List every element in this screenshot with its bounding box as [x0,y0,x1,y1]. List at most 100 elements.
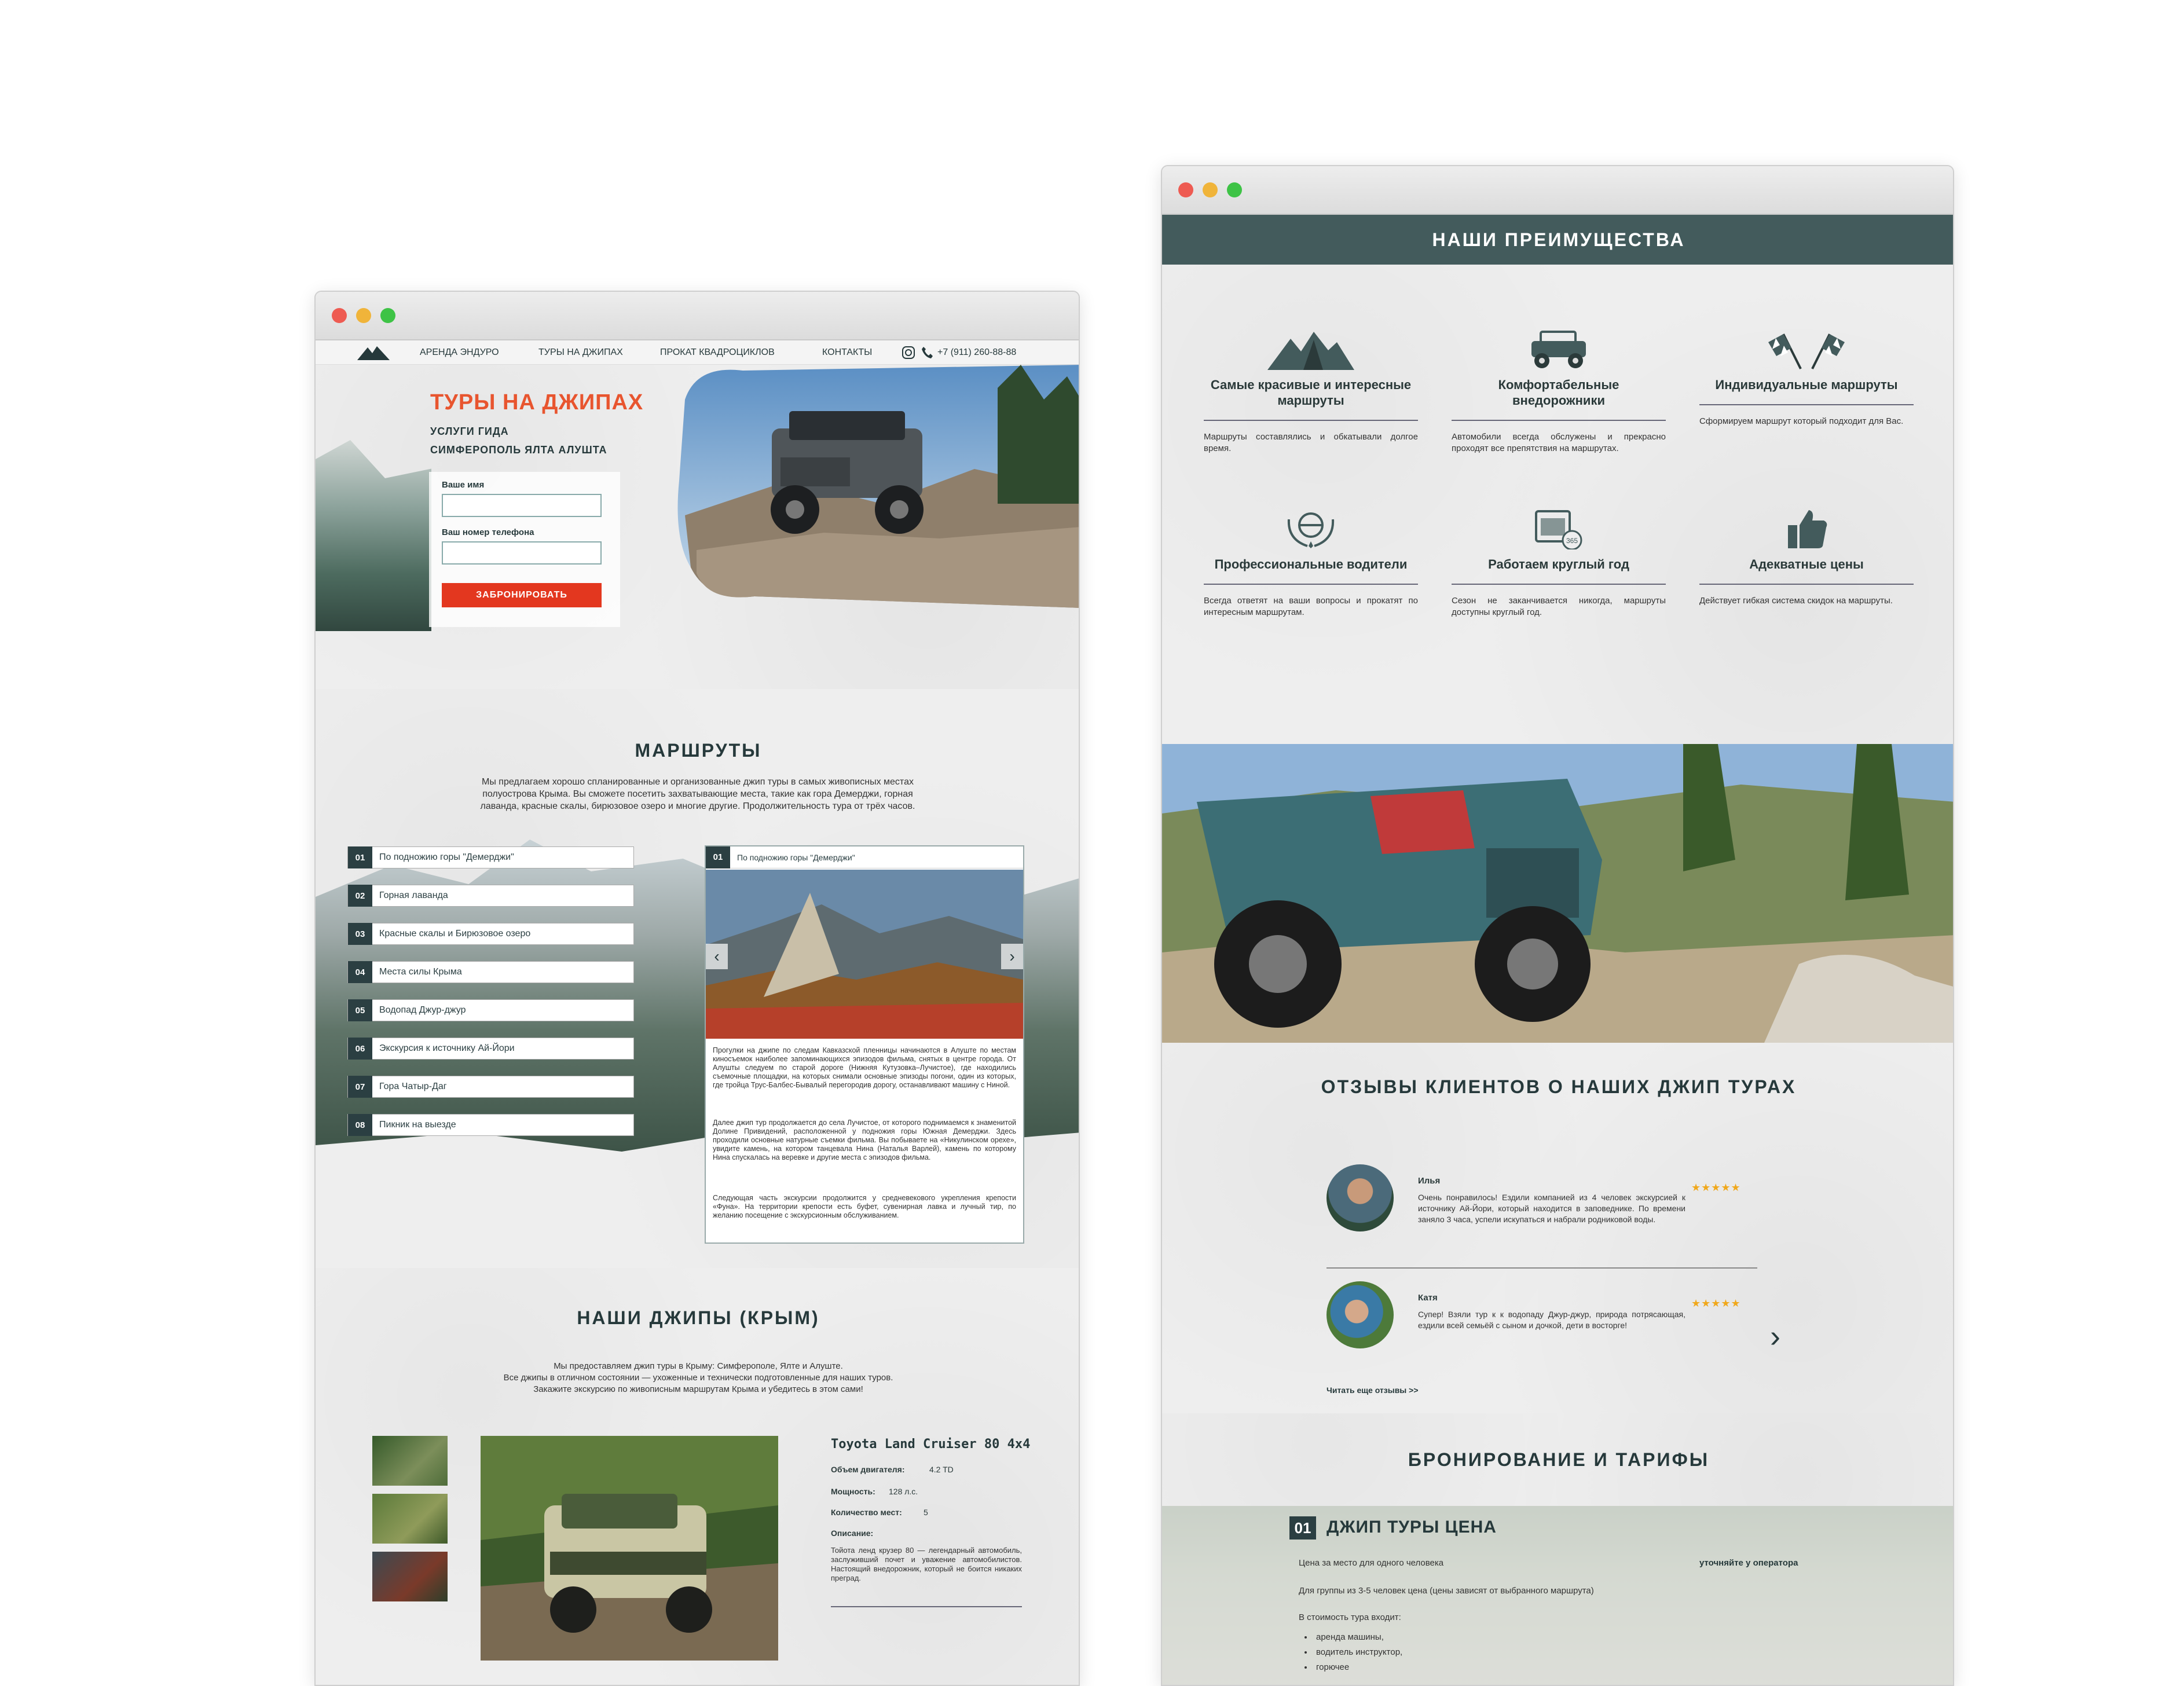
close-dot[interactable] [1178,182,1193,197]
route-item[interactable]: 02 Горная лаванда [347,885,634,907]
maximize-dot[interactable] [380,308,395,323]
nav-item-enduro[interactable]: АРЕНДА ЭНДУРО [420,347,499,358]
nav-item-jeep-tours[interactable]: ТУРЫ НА ДЖИПАХ [538,347,623,358]
route-item[interactable]: 04 Места силы Крыма [347,961,634,983]
hero-section: ТУРЫ НА ДЖИПАХ УСЛУГИ ГИДА СИМФЕРОПОЛЬ Я… [316,365,1079,689]
phone-icon[interactable] [921,346,933,359]
routes-intro: Мы предлагаем хорошо спланированные и ор… [480,777,915,811]
mountains-icon [1267,332,1354,370]
driver-badge-icon [1287,512,1335,548]
route-number: 06 [348,1038,372,1060]
thumb-1[interactable] [372,1436,448,1486]
divider [1204,584,1418,585]
route-number: 01 [706,846,730,868]
power-value: 128 л.с. [889,1487,918,1496]
more-reviews-link[interactable]: Читать еще отзывы >> [1326,1386,1419,1395]
routes-section: МАРШРУТЫ Мы предлагаем хорошо спланирова… [316,689,1079,1268]
phone-label: Ваш номер телефона [442,527,534,537]
route-label: Пикник на выезде [379,1120,456,1130]
thumb-2[interactable] [372,1494,448,1544]
chevron-right-icon[interactable]: › [1770,1321,1780,1352]
nav-item-quads[interactable]: ПРОКАТ КВАДРОЦИКЛОВ [660,347,775,358]
phone-input[interactable] [442,541,602,565]
chevron-right-icon: › [1009,947,1015,965]
seats-value: 5 [924,1508,928,1517]
window-titlebar [316,292,1079,340]
tariff-title: ДЖИП ТУРЫ ЦЕНА [1326,1518,1497,1537]
thumb-3[interactable] [372,1552,448,1601]
booking-section: БРОНИРОВАНИЕ И ТАРИФЫ [1162,1413,1953,1506]
advantage-card: Индивидуальные маршруты Сформируем маршр… [1699,328,1914,427]
tariff-line-3: В стоимость тура входит: [1299,1612,1401,1622]
slider-prev-button[interactable]: ‹ [706,944,728,969]
advantage-card: Комфортабельные внедорожники Автомобили … [1452,328,1666,455]
advantage-title: Работаем круглый год [1488,557,1629,571]
reviews-title: ОТЗЫВЫ КЛИЕНТОВ О НАШИХ ДЖИП ТУРАХ [1321,1076,1797,1097]
route-label: Экскурсия к источнику Ай-Йори [379,1043,515,1053]
engine-value: 4.2 TD [929,1465,954,1474]
booking-tariffs-panel: 01 ДЖИП ТУРЫ ЦЕНА Цена за место для одно… [1162,1506,1953,1685]
route-item[interactable]: 07 Гора Чатыр-Даг [347,1076,634,1098]
name-input[interactable] [442,494,602,517]
route-label: По подножию горы "Демерджи" [379,852,514,862]
book-button[interactable]: ЗАБРОНИРОВАТЬ [442,583,602,607]
review-text: Супер! Взяли тур к к водопаду Джур-джур,… [1418,1310,1685,1330]
name-label: Ваше имя [442,480,485,490]
nav-phone[interactable]: +7 (911) 260-88-88 [937,347,1016,358]
advantage-title: Комфортабельные внедорожники [1498,377,1619,408]
maximize-dot[interactable] [1227,182,1242,197]
divider [1204,420,1418,421]
route-item[interactable]: 05 Водопад Джур-джур [347,999,634,1021]
routes-title: МАРШРУТЫ [635,740,762,761]
car-divider [831,1606,1022,1607]
close-dot[interactable] [332,308,347,323]
route-item[interactable]: 01 По подножию горы "Демерджи" [347,846,634,868]
route-label: Горная лаванда [379,890,448,900]
tariff-bg-overlay [1162,1506,1953,1685]
jeeps-title: НАШИ ДЖИПЫ (КРЫМ) [577,1307,820,1328]
advantage-title: Адекватные цены [1749,557,1864,571]
advantage-title: Самые красивые и интересные маршруты [1210,377,1412,408]
seats-label: Количество мест: [831,1508,902,1517]
minimize-dot[interactable] [356,308,371,323]
instagram-icon[interactable] [902,346,915,360]
route-item[interactable]: 06 Экскурсия к источнику Ай-Йори [347,1038,634,1060]
divider [1452,584,1666,585]
avatar [1326,1281,1394,1348]
desc-label: Описание: [831,1529,874,1538]
advantages-header: НАШИ ПРЕИМУЩЕСТВА [1162,215,1953,265]
rating-stars: ★★★★★ [1691,1298,1741,1309]
route-number: 05 [348,999,372,1021]
divider [1699,404,1914,405]
route-label: Водопад Джур-джур [379,1005,466,1015]
route-item[interactable]: 03 Красные скалы и Бирюзовое озеро [347,923,634,945]
route-number: 02 [348,885,372,907]
rating-stars: ★★★★★ [1691,1182,1741,1193]
jeeps-intro-3: Закажите экскурсию по живописным маршрут… [533,1384,863,1394]
tariff-operator: уточняйте у оператора [1699,1558,1798,1568]
route-desc-3: Следующая часть экскурсии продолжится у … [713,1194,1016,1219]
thumbs-up-icon [1788,510,1827,548]
nav-item-contacts[interactable]: КОНТАКТЫ [822,347,872,358]
route-label: Гора Чатыр-Даг [379,1082,447,1091]
advantage-desc: Всегда ответят на ваши вопросы и прокатя… [1204,596,1418,617]
mountain-icon[interactable] [357,345,390,360]
slider-next-button[interactable]: › [1001,944,1023,969]
tariff-line-2: Для группы из 3-5 человек цена (цены зав… [1299,1586,1594,1596]
reviewer-name: Катя [1418,1293,1438,1303]
reviewer-name: Илья [1418,1176,1441,1186]
advantage-card: Самые красивые и интересные маршруты Мар… [1204,328,1418,455]
advantage-card: Адекватные цены Действует гибкая система… [1699,508,1914,607]
route-detail-header: 01 По подножию горы "Демерджи" [706,846,1023,868]
route-number: 04 [348,961,372,983]
advantages-title: НАШИ ПРЕИМУЩЕСТВА [1432,229,1685,250]
car-description: Тойота ленд крузер 80 — легендарный авто… [831,1546,1022,1582]
calendar-365-icon: 365 [1535,510,1582,549]
tariff-bullet: горючее [1304,1662,1349,1672]
route-desc-1: Прогулки на джипе по следам Кавказской п… [713,1046,1016,1089]
minimize-dot[interactable] [1203,182,1218,197]
route-number: 03 [348,923,372,945]
route-item[interactable]: 08 Пикник на выезде [347,1114,634,1136]
route-label: Красные скалы и Бирюзовое озеро [379,929,531,939]
review-text: Очень понравилось! Ездили компанией из 4… [1418,1193,1685,1224]
